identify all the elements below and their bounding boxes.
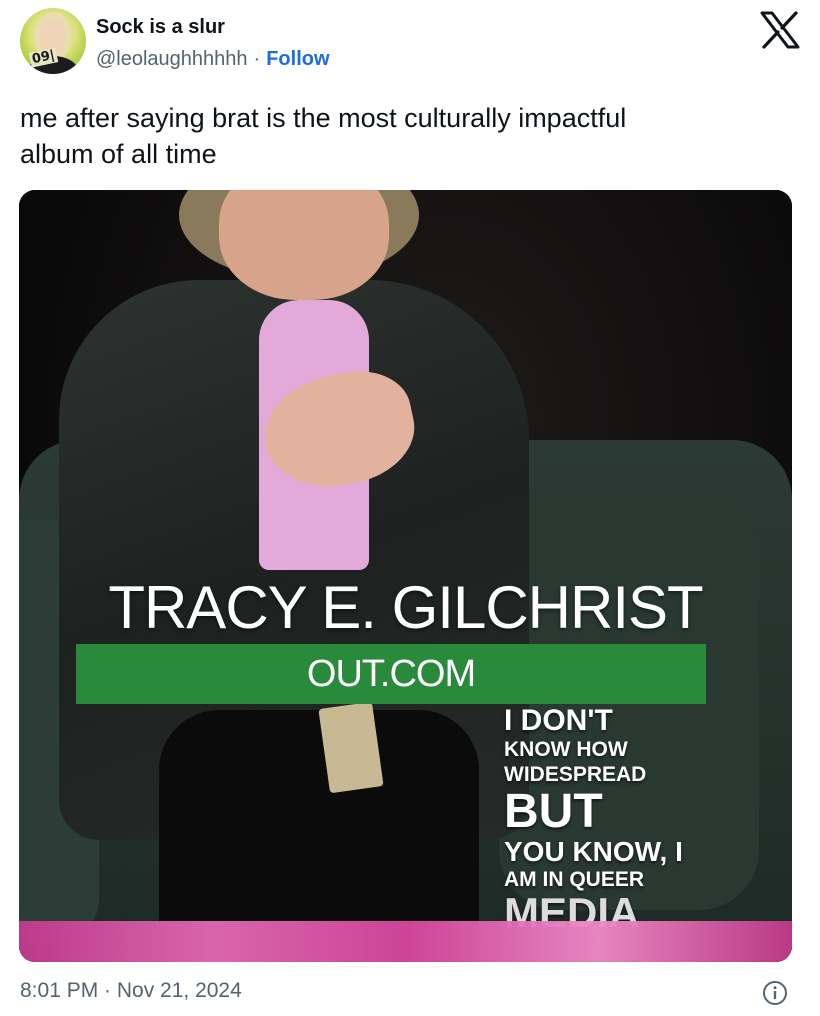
avatar[interactable]: 09| <box>20 8 86 74</box>
tweet-timestamp[interactable]: 8:01 PM · Nov 21, 2024 <box>20 979 242 1003</box>
lower-third-outlet-bar: OUT.COM <box>76 644 706 704</box>
tweet-text-line2: album of all time <box>20 139 217 169</box>
caption-line: KNOW HOW <box>504 738 628 761</box>
video-caption: I DON'T KNOW HOW WIDESPREAD BUT YOU KNOW… <box>504 705 683 934</box>
notebook <box>318 701 384 794</box>
caption-line: YOU KNOW, I <box>504 836 683 867</box>
speaker-face <box>219 190 389 300</box>
tweet-video-still[interactable]: TRACY E. GILCHRIST OUT.COM I DON'T KNOW … <box>19 190 792 962</box>
follow-button[interactable]: Follow <box>266 48 329 71</box>
info-icon[interactable] <box>762 980 788 1006</box>
pink-glitter-strip <box>19 921 792 962</box>
author-name[interactable]: Sock is a slur <box>96 16 225 39</box>
caption-line: I DON'T <box>504 704 613 737</box>
author-handle-row: @leolaughhhhhh · Follow <box>96 48 330 71</box>
tweet-text: me after saying brat is the most cultura… <box>20 100 760 172</box>
caption-line: BUT <box>504 785 603 838</box>
author-handle[interactable]: @leolaughhhhhh <box>96 48 248 71</box>
lower-third-name: TRACY E. GILCHRIST <box>108 574 703 641</box>
separator-dot: · <box>253 48 261 70</box>
tweet-text-line1: me after saying brat is the most cultura… <box>20 103 627 133</box>
caption-line: WIDESPREAD <box>504 763 647 786</box>
x-logo-icon[interactable] <box>758 10 802 50</box>
